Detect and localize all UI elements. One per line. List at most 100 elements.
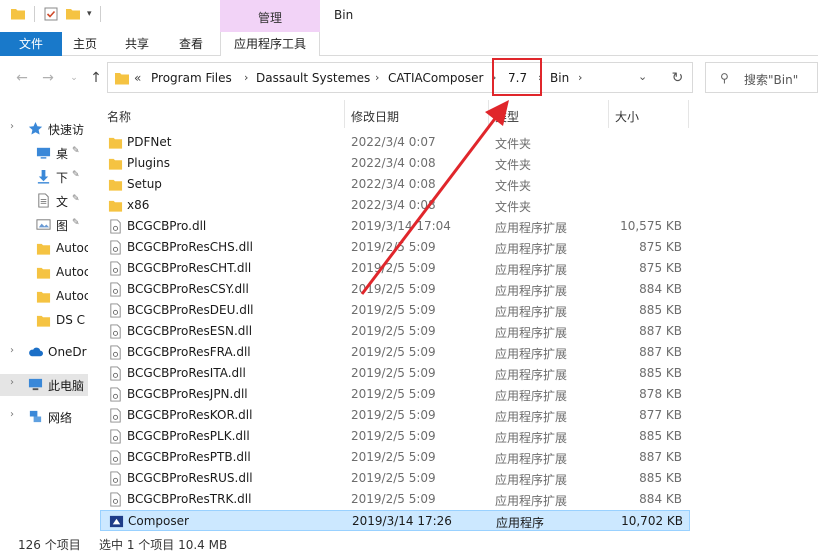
address-bar[interactable]: « Program Files › Dassault Systemes › CA… [107,62,693,93]
file-row[interactable]: BCGCBProResFRA.dll 2019/2/5 5:09 应用程序扩展 887… [100,342,690,363]
search-input[interactable]: ⚲ 搜索"Bin" [705,62,818,93]
file-row[interactable]: Composer 2019/3/14 17:26 应用程序 10,702 KB [100,510,690,531]
quick-access-toolbar: ▾ [10,6,103,22]
file-row[interactable]: BCGCBProResESN.dll 2019/2/5 5:09 应用程序扩展 887… [100,321,690,342]
column-name[interactable]: 名称 [107,108,131,125]
sidebar-item-folder[interactable]: Autoc [0,286,88,308]
file-date: 2019/2/5 5:09 [351,408,436,422]
file-row[interactable]: BCGCBProResCSY.dll 2019/2/5 5:09 应用程序扩展 884… [100,279,690,300]
file-row[interactable]: BCGCBProResKOR.dll 2019/2/5 5:09 应用程序扩展 877… [100,405,690,426]
file-date: 2019/2/5 5:09 [351,450,436,464]
folder-row[interactable]: x86 2022/3/4 0:08 文件夹 [100,195,690,216]
file-type: 应用程序扩展 [495,452,568,466]
breadcrumb-catiacomposer[interactable]: CATIAComposer [388,71,483,85]
folder-icon [108,137,123,149]
tab-home[interactable]: 主页 [62,32,108,56]
network-icon [29,410,42,423]
file-row[interactable]: BCGCBPro.dll 2019/3/14 17:04 应用程序扩展 10,575 … [100,216,690,237]
file-date: 2019/2/5 5:09 [351,345,436,359]
file-row[interactable]: BCGCBProResRUS.dll 2019/2/5 5:09 应用程序扩展 885… [100,468,690,489]
folder-row[interactable]: Setup 2022/3/4 0:08 文件夹 [100,174,690,195]
tab-view[interactable]: 查看 [168,32,214,56]
column-header: 名称 修改日期 类型 大小 [100,100,818,130]
sidebar-item-desktop[interactable]: 桌 ✎ [0,142,88,164]
chevron-right-icon[interactable]: › [10,377,14,388]
file-name: BCGCBPro.dll [127,219,207,233]
recent-chevron-icon[interactable]: ⌄ [66,70,82,86]
chevron-down-icon[interactable]: ⌄ [638,70,647,83]
file-size: 884 KB [639,492,682,506]
file-row[interactable]: BCGCBProResPLK.dll 2019/2/5 5:09 应用程序扩展 885… [100,426,690,447]
chevron-right-icon[interactable]: › [578,71,582,84]
file-row[interactable]: BCGCBProResCHS.dll 2019/2/5 5:09 应用程序扩展 875… [100,237,690,258]
sidebar-item-folder[interactable]: Autoc [0,238,88,260]
sidebar-item-label: 网络 [48,411,73,425]
sidebar-item-this-pc[interactable]: › 此电脑 [0,374,88,396]
forward-arrow-icon[interactable]: → [40,70,56,86]
sidebar-item-documents[interactable]: 文 ✎ [0,190,88,212]
dll-file-icon [110,492,121,507]
breadcrumb-overflow[interactable]: « [134,71,141,85]
new-folder-icon[interactable] [65,6,81,22]
file-type: 应用程序扩展 [495,410,568,424]
chevron-down-icon[interactable]: ▾ [87,9,92,19]
file-name: Plugins [127,156,170,170]
file-size: 884 KB [639,282,682,296]
up-arrow-icon[interactable]: ↑ [88,70,104,86]
folder-icon[interactable] [10,6,26,22]
sidebar-item-onedrive[interactable]: › OneDr [0,342,88,364]
breadcrumb-bin[interactable]: Bin [550,71,569,85]
breadcrumb-dassault-systemes[interactable]: Dassault Systemes [256,71,370,85]
file-type: 文件夹 [495,179,532,193]
chevron-right-icon[interactable]: › [10,121,14,132]
column-size[interactable]: 大小 [615,108,639,125]
tab-file[interactable]: 文件 [0,32,62,56]
breadcrumb-program-files[interactable]: Program Files [151,71,232,85]
folder-row[interactable]: Plugins 2022/3/4 0:08 文件夹 [100,153,690,174]
pin-icon: ✎ [72,170,80,180]
properties-icon[interactable] [43,6,59,22]
tab-share[interactable]: 共享 [114,32,160,56]
file-row[interactable]: BCGCBProResITA.dll 2019/2/5 5:09 应用程序扩展 885… [100,363,690,384]
tab-application-tools[interactable]: 应用程序工具 [220,32,320,56]
folder-icon [108,179,123,191]
divider [34,6,35,22]
file-type: 文件夹 [495,137,532,151]
folder-row[interactable]: PDFNet 2022/3/4 0:07 文件夹 [100,132,690,153]
sidebar-item-folder[interactable]: DS C [0,310,88,332]
sidebar-item-folder[interactable]: Autoc [0,262,88,284]
chevron-right-icon[interactable]: › [375,71,379,84]
file-date: 2019/3/14 17:26 [352,514,452,528]
chevron-right-icon[interactable]: › [10,409,14,420]
sidebar-item-pictures[interactable]: 图 ✎ [0,214,88,236]
column-divider[interactable] [688,100,689,128]
refresh-button[interactable]: ↻ [663,62,693,93]
column-type[interactable]: 类型 [495,108,519,125]
sidebar-item-label: 文 [56,195,69,209]
column-divider[interactable] [608,100,609,128]
download-icon [37,169,50,184]
file-row[interactable]: BCGCBProResPTB.dll 2019/2/5 5:09 应用程序扩展 887… [100,447,690,468]
column-divider[interactable] [488,100,489,128]
file-row[interactable]: BCGCBProResJPN.dll 2019/2/5 5:09 应用程序扩展 878… [100,384,690,405]
sidebar-item-label: 下 [56,171,69,185]
folder-icon [108,158,123,170]
file-row[interactable]: BCGCBProResDEU.dll 2019/2/5 5:09 应用程序扩展 885… [100,300,690,321]
sidebar-item-label: DS C [56,313,86,327]
chevron-right-icon[interactable]: › [10,345,14,356]
file-row[interactable]: BCGCBProResCHT.dll 2019/2/5 5:09 应用程序扩展 875… [100,258,690,279]
pin-icon: ✎ [72,194,80,204]
column-divider[interactable] [344,100,345,128]
column-date[interactable]: 修改日期 [351,108,399,125]
file-size: 878 KB [639,387,682,401]
sidebar-item-quick-access[interactable]: › 快速访 [0,118,88,140]
chevron-right-icon[interactable]: › [244,71,248,84]
sidebar-item-downloads[interactable]: 下 ✎ [0,166,88,188]
file-type: 文件夹 [495,200,532,214]
file-row[interactable]: BCGCBProResTRK.dll 2019/2/5 5:09 应用程序扩展 884… [100,489,690,510]
file-date: 2019/2/5 5:09 [351,303,436,317]
sidebar-item-network[interactable]: › 网络 [0,406,88,428]
file-type: 应用程序扩展 [495,305,568,319]
file-type: 应用程序扩展 [495,221,568,235]
back-arrow-icon[interactable]: ← [14,70,30,86]
